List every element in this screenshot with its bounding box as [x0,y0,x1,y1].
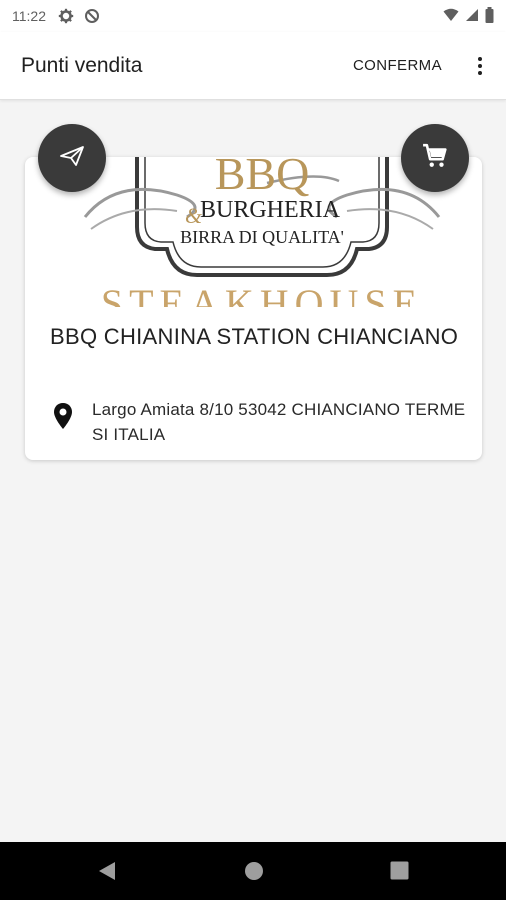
logo-text-bbq: BBQ [215,157,310,199]
store-card[interactable]: BBQ & BURGHERIA BIRRA DI QUALITA' STEAKH… [25,157,482,460]
send-button[interactable] [38,124,106,192]
data-saver-icon [84,8,100,24]
page-title: Punti vendita [21,53,143,77]
store-name: BBQ CHIANINA STATION CHIANCIANO [50,324,459,349]
cart-button[interactable] [401,124,469,192]
send-icon [59,145,85,172]
logo-text-burgheria: BURGHERIA [200,197,341,223]
wifi-icon [443,8,459,25]
store-address-row: Largo Amiata 8/10 53042 CHIANCIANO TERME… [50,397,470,447]
more-vert-icon[interactable] [468,54,492,78]
app-bar: Punti vendita CONFERMA [0,32,506,100]
back-icon[interactable] [98,861,116,886]
store-address: Largo Amiata 8/10 53042 CHIANCIANO TERME… [92,400,466,444]
logo-text-steakhouse: STEAKHOUSE [101,281,423,307]
settings-icon [58,8,74,24]
home-icon[interactable] [244,861,264,886]
location-pin-icon [50,401,76,431]
status-bar: 11:22 [0,0,506,32]
logo-text-birra: BIRRA DI QUALITA' [180,227,344,247]
confirm-button[interactable]: CONFERMA [353,57,442,74]
signal-icon [465,8,479,25]
recents-icon[interactable] [390,861,409,885]
status-time: 11:22 [12,8,46,24]
system-nav-bar [0,842,506,900]
store-logo: BBQ & BURGHERIA BIRRA DI QUALITA' STEAKH… [77,157,447,307]
cart-icon [422,143,448,174]
battery-icon [485,6,494,26]
